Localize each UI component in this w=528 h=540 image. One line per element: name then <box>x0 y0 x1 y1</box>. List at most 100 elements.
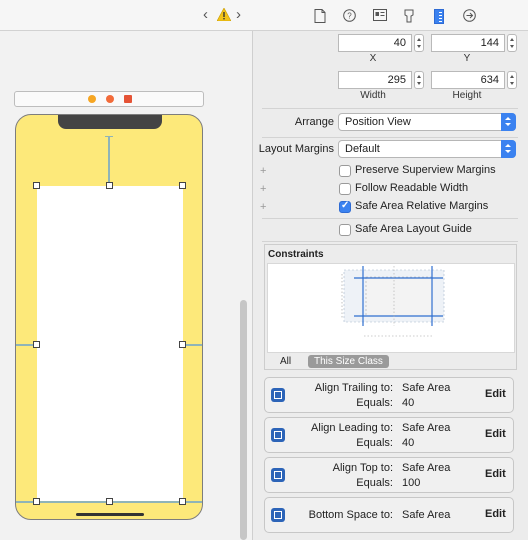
safe-area-guide-label: Safe Area Layout Guide <box>355 223 472 235</box>
file-icon[interactable] <box>314 9 327 23</box>
add-variation-button[interactable]: + <box>260 183 266 195</box>
popup-arrows-icon <box>501 140 516 158</box>
constraints-title: Constraints <box>268 249 324 260</box>
resize-handle-bottom-left[interactable] <box>33 498 40 505</box>
inspector-tab-bar: ? <box>253 0 528 31</box>
add-variation-button[interactable]: + <box>260 201 266 213</box>
top-constraint-line[interactable] <box>108 136 110 186</box>
help-icon[interactable]: ? <box>343 9 356 22</box>
align-top-icon <box>271 468 285 482</box>
resize-handle-bottom-right[interactable] <box>179 498 186 505</box>
x-field[interactable]: 40 <box>338 34 412 52</box>
preserve-superview-checkbox[interactable] <box>339 165 351 177</box>
first-responder-icon[interactable] <box>106 95 114 103</box>
height-stepper[interactable] <box>507 71 517 89</box>
home-indicator <box>76 513 144 516</box>
y-field[interactable]: 144 <box>431 34 505 52</box>
popup-arrows-icon <box>501 113 516 131</box>
preserve-superview-label: Preserve Superview Margins <box>355 164 496 176</box>
size-icon[interactable] <box>434 9 447 24</box>
constraint-key: Bottom Space to: <box>308 509 393 521</box>
constraint-equals-label: Equals: <box>356 437 393 449</box>
canvas-scrollbar[interactable] <box>240 300 247 540</box>
edit-button[interactable]: Edit <box>485 468 506 480</box>
add-variation-button[interactable]: + <box>260 165 266 177</box>
trailing-constraint-line[interactable] <box>183 344 202 346</box>
connections-icon[interactable] <box>463 9 476 22</box>
safe-area-relative-checkbox[interactable] <box>339 200 351 213</box>
view-controller-icon[interactable] <box>88 95 96 103</box>
arrange-value: Position View <box>345 116 411 128</box>
align-leading-icon <box>271 428 285 442</box>
constraints-diagram[interactable] <box>267 263 515 353</box>
resize-handle-top[interactable] <box>106 182 113 189</box>
separator <box>262 218 518 219</box>
resize-handle-left[interactable] <box>33 341 40 348</box>
layout-margins-value: Default <box>345 143 380 155</box>
height-label: Height <box>452 90 482 101</box>
separator <box>262 108 518 109</box>
constraint-target: Safe Area <box>402 422 451 434</box>
storyboard-canvas[interactable]: ‹ › <box>0 0 253 540</box>
constraint-equals-value: 100 <box>402 477 421 489</box>
constraint-key: Align Top to: <box>332 462 393 474</box>
device-notch <box>58 115 162 129</box>
edit-button[interactable]: Edit <box>485 508 506 520</box>
align-trailing-icon <box>271 388 285 402</box>
resize-handle-right[interactable] <box>179 341 186 348</box>
y-label: Y <box>463 53 471 64</box>
height-field[interactable]: 634 <box>431 71 505 89</box>
x-label: X <box>369 53 377 64</box>
y-stepper[interactable] <box>507 34 517 52</box>
constraint-target: Safe Area <box>402 509 451 521</box>
scene-dock <box>14 91 204 107</box>
device-frame[interactable] <box>15 114 203 520</box>
constraint-equals-value: 40 <box>402 437 415 449</box>
separator <box>262 241 518 242</box>
warning-triangle-icon[interactable] <box>216 7 232 24</box>
constraint-key: Align Trailing to: <box>314 382 393 394</box>
safe-area-guide-checkbox[interactable] <box>339 224 351 236</box>
constraint-target: Safe Area <box>402 462 451 474</box>
layout-margins-popup[interactable]: Default <box>338 140 516 158</box>
exit-icon[interactable] <box>124 95 132 103</box>
follow-readable-checkbox[interactable] <box>339 183 351 195</box>
nav-back-button[interactable]: ‹ <box>203 6 208 23</box>
bottom-space-icon <box>271 508 285 522</box>
layout-margins-label: Layout Margins <box>258 143 334 155</box>
content-view[interactable] <box>37 186 183 502</box>
edit-button[interactable]: Edit <box>485 428 506 440</box>
size-inspector: ? 40 144 X Y 295 634 Width Height Arrang… <box>253 0 528 540</box>
arrange-popup[interactable]: Position View <box>338 113 516 131</box>
identity-icon[interactable] <box>373 9 387 22</box>
edit-button[interactable]: Edit <box>485 388 506 400</box>
resize-handle-top-left[interactable] <box>33 182 40 189</box>
follow-readable-label: Follow Readable Width <box>355 182 469 194</box>
safe-area-relative-label: Safe Area Relative Margins <box>355 200 489 212</box>
constraints-panel: Constraints All This Size Class <box>264 244 517 370</box>
constraint-card-top[interactable]: Align Top to: Safe Area Equals: 100 Edit <box>264 457 514 493</box>
constraint-target: Safe Area <box>402 382 451 394</box>
filter-all-tab[interactable]: All <box>280 356 291 367</box>
x-stepper[interactable] <box>414 34 424 52</box>
resize-handle-bottom[interactable] <box>106 498 113 505</box>
constraint-key: Align Leading to: <box>311 422 393 434</box>
resize-handle-top-right[interactable] <box>179 182 186 189</box>
constraint-card-bottom[interactable]: Bottom Space to: Safe Area Edit <box>264 497 514 533</box>
width-stepper[interactable] <box>414 71 424 89</box>
separator <box>262 137 518 138</box>
constraint-equals-value: 40 <box>402 397 415 409</box>
top-constraint-cap <box>105 136 113 137</box>
constraint-equals-label: Equals: <box>356 477 393 489</box>
constraint-card-leading[interactable]: Align Leading to: Safe Area Equals: 40 E… <box>264 417 514 453</box>
nav-forward-button[interactable]: › <box>236 6 241 23</box>
constraint-equals-label: Equals: <box>356 397 393 409</box>
filter-size-class-tab[interactable]: This Size Class <box>308 355 389 368</box>
canvas-toolbar: ‹ › <box>0 0 253 31</box>
attributes-icon[interactable] <box>403 9 416 23</box>
arrange-label: Arrange <box>294 116 334 128</box>
width-label: Width <box>360 90 386 101</box>
constraint-card-trailing[interactable]: Align Trailing to: Safe Area Equals: 40 … <box>264 377 514 413</box>
svg-text:?: ? <box>347 12 352 21</box>
width-field[interactable]: 295 <box>338 71 412 89</box>
